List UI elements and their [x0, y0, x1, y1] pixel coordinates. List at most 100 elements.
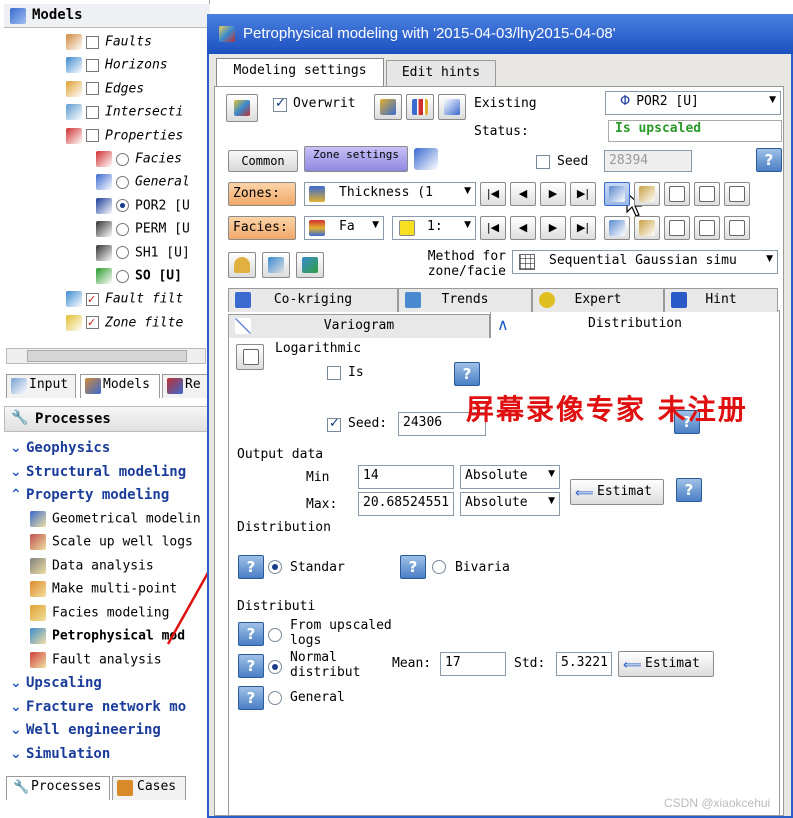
tree-item-checkbox[interactable] — [86, 35, 99, 49]
edit-zone-button[interactable] — [262, 252, 290, 278]
facies-first-button[interactable]: |◀ — [480, 216, 506, 240]
zone-copy-button[interactable] — [604, 182, 630, 206]
tree-item-radio[interactable] — [116, 222, 129, 236]
tree-item-checkbox[interactable]: ✓ — [86, 292, 99, 306]
std-field[interactable]: 5.3221 — [556, 652, 612, 676]
max-mode-select[interactable]: Absolute — [460, 492, 560, 516]
normal-radio[interactable] — [268, 660, 282, 674]
process-item[interactable]: Scale up well logs — [30, 534, 193, 550]
facies-previous-button[interactable]: ◀ — [510, 216, 536, 240]
from-upscaled-help-button[interactable]: ? — [238, 622, 264, 646]
facies-last-button[interactable]: ▶| — [570, 216, 596, 240]
tree-item-checkbox[interactable] — [86, 58, 99, 72]
process-group[interactable]: ⌄ Structural modeling — [10, 464, 186, 480]
process-item[interactable]: Geometrical modelin — [30, 510, 201, 527]
estimate-button[interactable]: ⟸ Estimat — [570, 479, 664, 505]
tab-cases[interactable]: Cases — [112, 776, 186, 800]
tree-item[interactable]: SH1 [U] — [96, 244, 190, 267]
max-field[interactable]: 20.68524551 — [358, 492, 454, 516]
facies-delete-button[interactable] — [724, 216, 750, 240]
tree-item[interactable]: General — [96, 174, 190, 196]
tree-item[interactable]: ✓ Zone filte — [66, 314, 183, 337]
tree-item[interactable]: Edges — [66, 80, 144, 103]
process-group[interactable]: ⌄ Simulation — [10, 746, 110, 762]
tab-co-kriging[interactable]: Co-kriging — [228, 288, 398, 312]
standard-radio[interactable] — [268, 560, 282, 574]
facies-paste-button[interactable] — [634, 216, 660, 240]
from-upscaled-radio[interactable] — [268, 628, 282, 642]
logarithmic-button[interactable] — [236, 344, 264, 370]
process-group[interactable]: ⌄ Upscaling — [10, 675, 102, 691]
process-group[interactable]: ⌃ Property modeling — [10, 487, 169, 503]
tree-item-checkbox[interactable] — [86, 129, 99, 143]
tree-item[interactable]: PERM [U — [96, 221, 190, 243]
zone-previous-button[interactable]: ◀ — [510, 182, 536, 206]
facies-new-button[interactable] — [694, 216, 720, 240]
logarithmic-help-button[interactable]: ? — [454, 362, 480, 386]
bivariate-radio[interactable] — [432, 560, 446, 574]
existing-property-select[interactable]: Φ POR2 [U] — [605, 91, 781, 115]
mean-field[interactable]: 17 — [440, 652, 506, 676]
tree-item-radio[interactable] — [116, 269, 129, 283]
tree-item[interactable]: SO [U] — [96, 268, 182, 290]
standard-help-button[interactable]: ? — [238, 555, 264, 579]
process-group[interactable]: ⌄ Geophysics — [10, 440, 110, 456]
tab-processes[interactable]: 🔧 Processes — [6, 776, 110, 800]
tree-scrollbar[interactable] — [6, 348, 206, 364]
seed-help-button[interactable]: ? — [756, 148, 782, 172]
scroll-thumb[interactable] — [27, 350, 187, 362]
tree-item-checkbox[interactable]: ✓ — [86, 316, 99, 330]
tree-item[interactable]: Intersecti — [66, 104, 183, 126]
lock-button[interactable] — [228, 252, 256, 278]
tree-item-radio[interactable] — [116, 175, 129, 189]
min-mode-select[interactable]: Absolute — [460, 465, 560, 489]
facies-apply-all-button[interactable] — [664, 216, 690, 240]
process-item[interactable]: Data analysis — [30, 557, 154, 574]
tab-results[interactable]: Re — [162, 374, 210, 398]
tab-modeling-settings[interactable]: Modeling settings — [216, 58, 384, 86]
tree-item-checkbox[interactable] — [86, 105, 99, 119]
tree-item[interactable]: Properties — [66, 127, 183, 150]
tree-item-checkbox[interactable] — [86, 82, 99, 96]
facies-code-select[interactable]: 1: — [392, 216, 476, 240]
seed2-checkbox[interactable] — [327, 416, 341, 432]
tab-models[interactable]: Models — [80, 374, 160, 398]
normal-help-button[interactable]: ? — [238, 654, 264, 678]
tree-item[interactable]: Faults — [66, 34, 152, 56]
create-property-button[interactable] — [374, 94, 402, 120]
zone-first-button[interactable]: |◀ — [480, 182, 506, 206]
zone-apply-all-button[interactable] — [664, 182, 690, 206]
process-item[interactable]: Fault analysis — [30, 651, 162, 668]
zones-tree-icon[interactable] — [414, 148, 438, 170]
tab-expert[interactable]: Expert — [532, 288, 664, 312]
general-help-button[interactable]: ? — [238, 686, 264, 710]
bivariate-help-button[interactable]: ? — [400, 555, 426, 579]
tab-trends[interactable]: Trends — [398, 288, 532, 312]
tab-distribution[interactable]: ∧ Distribution — [490, 310, 780, 340]
copy-settings-button[interactable] — [296, 252, 324, 278]
estimate-help-button[interactable]: ? — [676, 478, 702, 502]
zone-settings-button[interactable]: Zone settings — [304, 146, 408, 172]
tree-item[interactable]: Horizons — [66, 57, 168, 79]
common-button[interactable]: Common — [228, 150, 298, 172]
seed-field[interactable]: 28394 — [604, 150, 692, 172]
tree-item-radio[interactable] — [116, 152, 129, 166]
data-analysis-button[interactable] — [438, 94, 466, 120]
tab-hint[interactable]: Hint — [664, 288, 778, 312]
process-group[interactable]: ⌄ Well engineering — [10, 722, 161, 738]
zones-button[interactable]: Zones: — [228, 182, 296, 206]
zone-last-button[interactable]: ▶| — [570, 182, 596, 206]
tab-variogram[interactable]: Variogram — [228, 314, 490, 338]
zone-new-button[interactable] — [694, 182, 720, 206]
zone-paste-button[interactable] — [634, 182, 660, 206]
process-group[interactable]: ⌄ Fracture network mo — [10, 699, 186, 715]
process-item[interactable]: Facies modeling — [30, 604, 169, 621]
zone-next-button[interactable]: ▶ — [540, 182, 566, 206]
tree-item[interactable]: POR2 [U — [96, 197, 190, 220]
is-checkbox[interactable] — [327, 366, 341, 380]
facies-button[interactable]: Facies: — [228, 216, 296, 240]
seed-checkbox[interactable] — [536, 155, 550, 169]
tree-item-radio[interactable] — [116, 246, 129, 260]
estimate-button-2[interactable]: ⟸ Estimat — [618, 651, 714, 677]
tab-edit-hints[interactable]: Edit hints — [386, 60, 496, 86]
